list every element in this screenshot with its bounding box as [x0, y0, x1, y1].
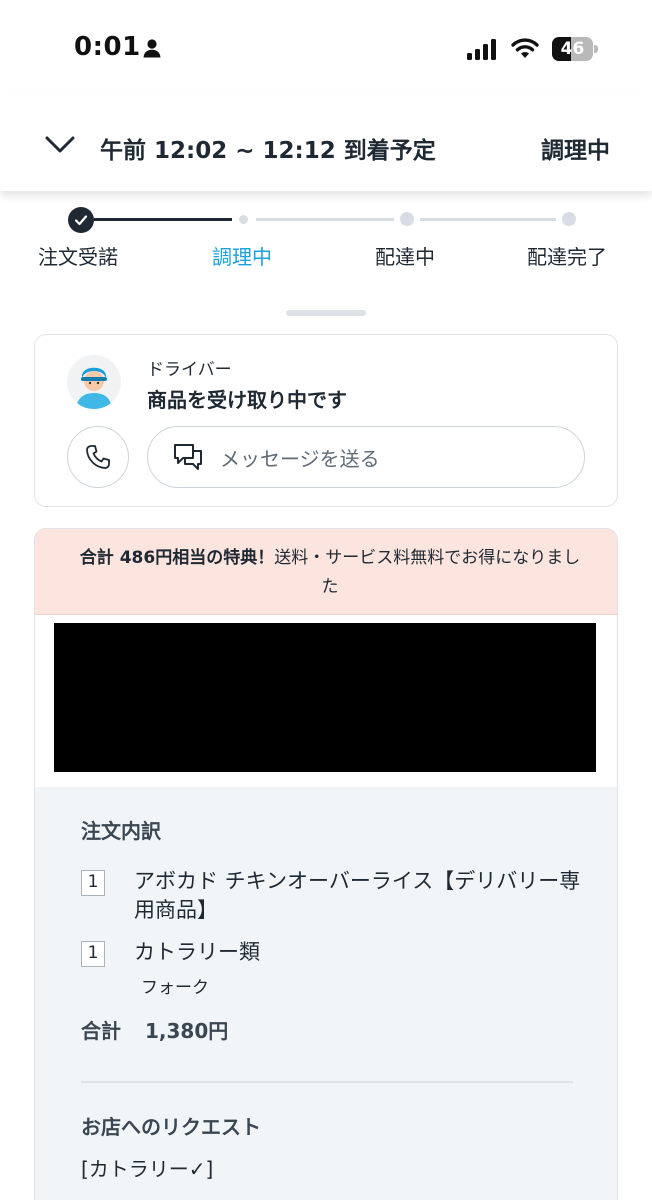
progress-dot-current: [239, 215, 248, 224]
driver-illustration-icon: [76, 367, 112, 409]
battery-level: 46: [560, 39, 585, 59]
item-option: フォーク: [141, 978, 209, 998]
store-request-title: お店へのリクエスト: [81, 1115, 261, 1139]
item-name: アボカド チキンオーバーライス【デリバリー専用商品】: [134, 869, 581, 922]
total-label: 合計: [81, 1019, 121, 1043]
item-quantity: 1: [81, 941, 105, 967]
order-details: 注文内訳 1 アボカド チキンオーバーライス【デリバリー専用商品】 1 カトラリ…: [35, 787, 617, 1200]
call-driver-button[interactable]: [67, 426, 129, 488]
promo-detail: 送料・サービス料無料でお得になりました: [274, 548, 581, 597]
total-value: 1,380円: [145, 1019, 229, 1043]
chevron-down-icon[interactable]: [44, 135, 76, 155]
driver-status: 商品を受け取り中です: [147, 388, 347, 412]
header-status: 調理中: [541, 138, 610, 164]
order-header: 午前 12:02 ~ 12:12 到着予定 調理中: [0, 95, 652, 191]
signal-icon: [467, 39, 496, 60]
step-label-accepted: 注文受諾: [38, 245, 118, 269]
driver-card: ドライバー 商品を受け取り中です メッセージを送る: [34, 334, 618, 507]
divider: [81, 1081, 573, 1083]
item-quantity: 1: [81, 870, 105, 896]
redacted-map: [54, 623, 596, 772]
phone-icon: [86, 445, 110, 469]
eta-text: 午前 12:02 ~ 12:12 到着予定: [100, 138, 436, 164]
progress-dot-delivering: [400, 212, 414, 226]
person-icon: [143, 39, 161, 58]
promo-text: 合計 486円相当の特典！送料・サービス料無料でお得になりました: [75, 544, 585, 602]
order-details-title: 注文内訳: [81, 819, 161, 843]
wifi-icon: [511, 38, 539, 58]
progress-line-active: [94, 218, 232, 221]
progress-line: [256, 218, 394, 221]
step-label-delivered: 配達完了: [527, 245, 607, 269]
send-message-label: メッセージを送る: [220, 447, 380, 471]
check-icon: [74, 215, 88, 226]
step-done-indicator: [68, 207, 94, 233]
promo-banner: 合計 486円相当の特典！送料・サービス料無料でお得になりました: [35, 529, 617, 615]
status-time: 0:01: [74, 32, 141, 62]
battery-icon: 46: [552, 37, 598, 61]
status-bar: 0:01 46: [0, 0, 652, 95]
order-card: 合計 486円相当の特典！送料・サービス料無料でお得になりました 注文内訳 1 …: [34, 528, 618, 1200]
map-area: [35, 615, 617, 787]
item-name: カトラリー類: [134, 940, 260, 964]
progress-line: [420, 218, 556, 221]
message-icon: [174, 444, 202, 470]
store-request-text: [カトラリー✓]: [81, 1157, 214, 1181]
progress-dot-delivered: [562, 212, 576, 226]
promo-bold: 合計 486円相当の特典！: [79, 548, 275, 568]
driver-avatar: [67, 355, 121, 409]
step-label-delivering: 配達中: [375, 245, 435, 269]
driver-role: ドライバー: [147, 360, 232, 380]
step-label-cooking: 調理中: [212, 245, 272, 269]
send-message-button[interactable]: メッセージを送る: [147, 426, 585, 488]
progress-tracker: 注文受諾 調理中 配達中 配達完了: [0, 191, 652, 316]
sheet-handle[interactable]: [286, 310, 366, 316]
